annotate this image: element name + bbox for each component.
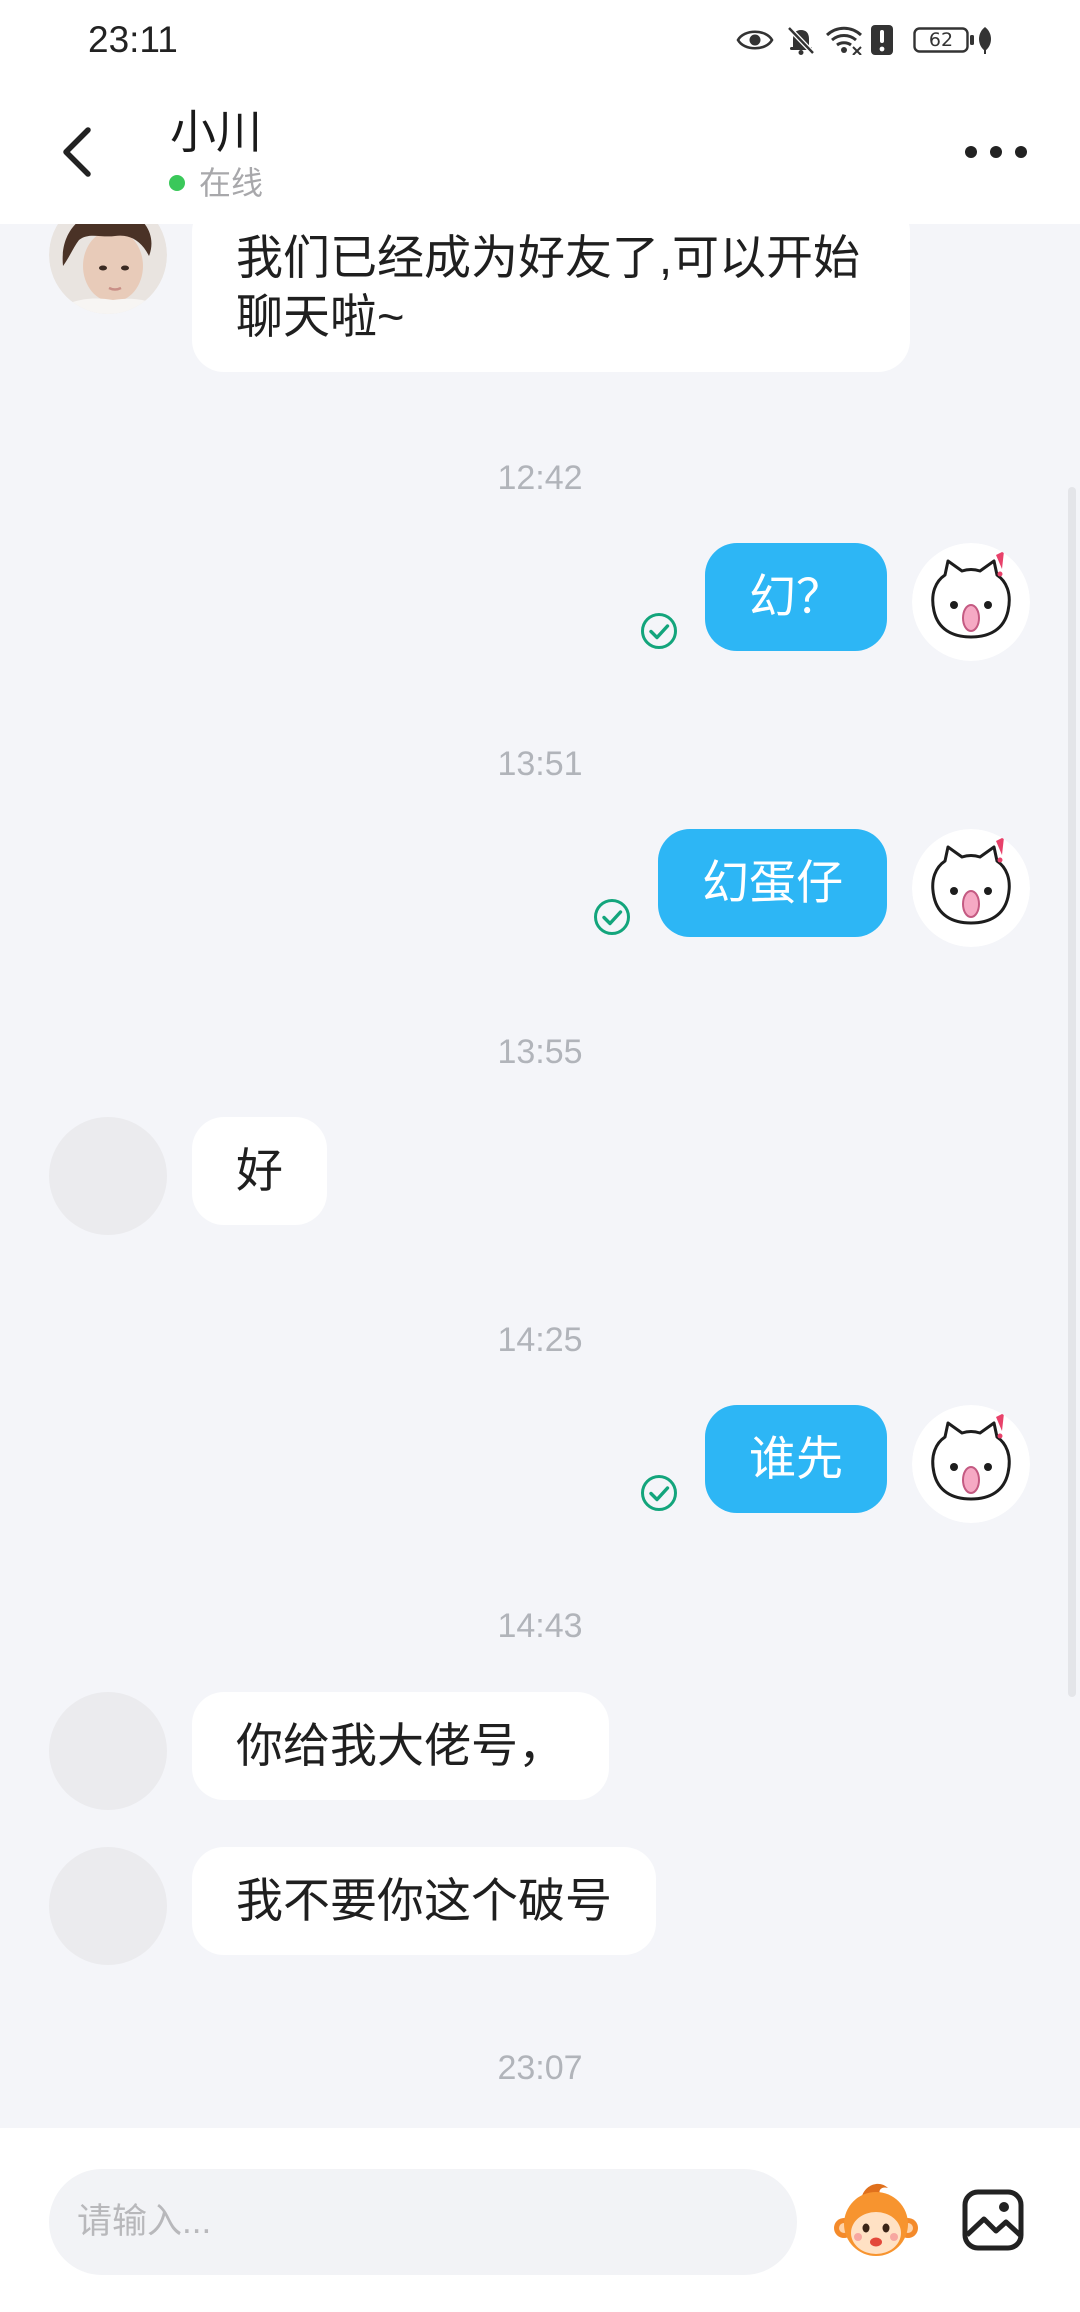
chat-scrollbar[interactable] bbox=[1068, 487, 1076, 1697]
message-timestamp: 14:25 bbox=[497, 1321, 583, 1359]
cat-avatar-icon bbox=[912, 829, 1030, 947]
image-picker-button[interactable] bbox=[962, 2189, 1024, 2251]
message-row-outgoing: 谁先 bbox=[640, 1405, 1030, 1523]
bell-muted-icon bbox=[787, 26, 815, 55]
message-row-incoming: 你给我大佬号， bbox=[49, 1692, 609, 1810]
back-button[interactable] bbox=[52, 120, 108, 184]
wifi-icon bbox=[825, 26, 863, 55]
friend-avatar[interactable] bbox=[49, 1117, 167, 1235]
chat-header: 23:11 62 小川 在线 bbox=[0, 0, 1080, 224]
battery-level: 62 bbox=[928, 29, 954, 51]
friend-avatar[interactable] bbox=[49, 1847, 167, 1965]
chat-screen: 23:11 62 小川 在线 我们已经成为好友了,可以开始聊天啦~ 12:42 … bbox=[0, 0, 1080, 2312]
cat-avatar-icon bbox=[912, 1405, 1030, 1523]
cat-avatar-icon bbox=[912, 543, 1030, 661]
message-timestamp: 13:55 bbox=[497, 1033, 583, 1071]
sticker-button[interactable] bbox=[832, 2176, 920, 2264]
my-avatar[interactable] bbox=[912, 1405, 1030, 1523]
my-avatar[interactable] bbox=[912, 829, 1030, 947]
alert-icon bbox=[871, 25, 893, 55]
message-bubble-incoming[interactable]: 好 bbox=[192, 1117, 327, 1225]
more-dots-icon bbox=[1015, 146, 1027, 158]
eye-icon bbox=[736, 30, 774, 50]
read-check-icon bbox=[594, 899, 630, 935]
message-bubble-outgoing[interactable]: 幻？ bbox=[705, 543, 887, 651]
message-timestamp: 13:51 bbox=[497, 745, 583, 783]
more-options-button[interactable] bbox=[960, 136, 1032, 168]
message-bubble-outgoing[interactable]: 幻蛋仔 bbox=[658, 829, 887, 937]
message-bubble-incoming[interactable]: 我们已经成为好友了,可以开始聊天啦~ bbox=[192, 200, 910, 372]
message-timestamp: 23:07 bbox=[497, 2049, 583, 2087]
message-row-incoming: 我不要你这个破号 bbox=[49, 1847, 656, 1965]
message-timestamp: 14:43 bbox=[497, 1607, 583, 1645]
image-icon bbox=[962, 2189, 1024, 2251]
read-check-icon bbox=[641, 1475, 677, 1511]
message-row-outgoing: 幻？ bbox=[640, 543, 1030, 661]
chevron-left-icon bbox=[63, 127, 91, 177]
read-check-icon bbox=[641, 613, 677, 649]
message-input-container[interactable] bbox=[49, 2169, 797, 2275]
battery-icon: 62 bbox=[913, 27, 975, 53]
sticker-face-icon bbox=[834, 2183, 918, 2256]
message-input[interactable] bbox=[49, 2169, 797, 2275]
message-bubble-incoming[interactable]: 我不要你这个破号 bbox=[192, 1847, 656, 1955]
presence-status: 在线 bbox=[199, 165, 264, 201]
message-bubble-incoming[interactable]: 你给我大佬号， bbox=[192, 1692, 609, 1800]
message-bubble-outgoing[interactable]: 谁先 bbox=[705, 1405, 887, 1513]
leaf-icon bbox=[979, 27, 991, 54]
contact-name[interactable]: 小川 bbox=[170, 104, 262, 160]
more-dots-icon bbox=[965, 146, 977, 158]
message-row-outgoing: 幻蛋仔 bbox=[593, 829, 1030, 947]
more-dots-icon bbox=[990, 146, 1002, 158]
message-row-incoming: 好 bbox=[49, 1117, 327, 1235]
my-avatar[interactable] bbox=[912, 543, 1030, 661]
friend-avatar[interactable] bbox=[49, 1692, 167, 1810]
presence-dot bbox=[169, 175, 185, 191]
message-composer bbox=[0, 2128, 1080, 2312]
message-timestamp: 12:42 bbox=[497, 459, 583, 497]
status-time: 23:11 bbox=[88, 19, 178, 60]
